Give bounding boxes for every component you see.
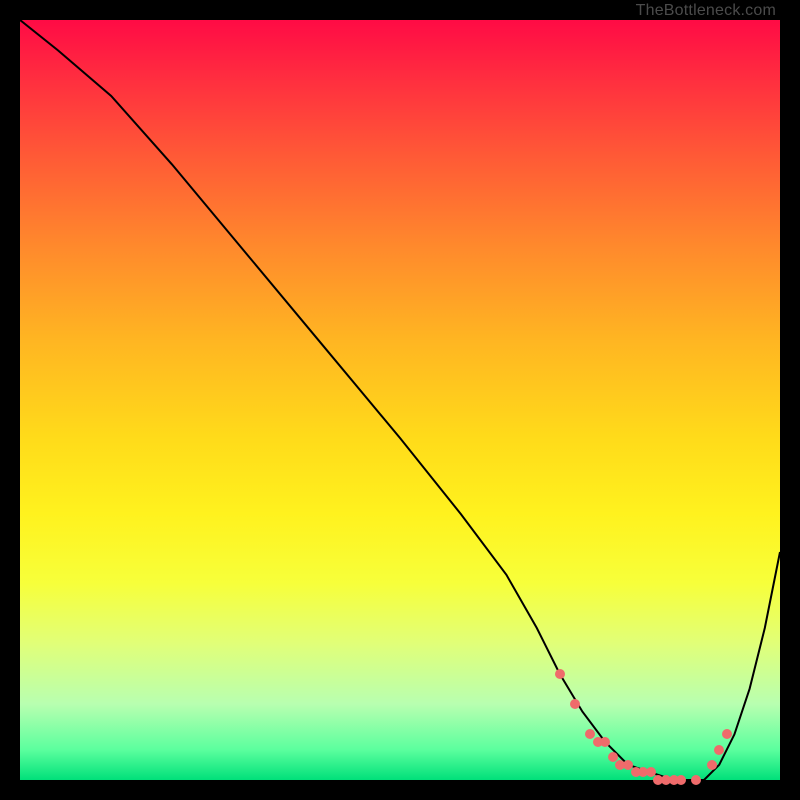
marker-point (570, 699, 580, 709)
plot-area (20, 20, 780, 780)
marker-point (555, 669, 565, 679)
marker-point (714, 745, 724, 755)
chart-stage: TheBottleneck.com (0, 0, 800, 800)
watermark: TheBottleneck.com (636, 2, 776, 20)
marker-point (707, 760, 717, 770)
marker-point (691, 775, 701, 785)
marker-point (676, 775, 686, 785)
line-curve (20, 20, 780, 780)
